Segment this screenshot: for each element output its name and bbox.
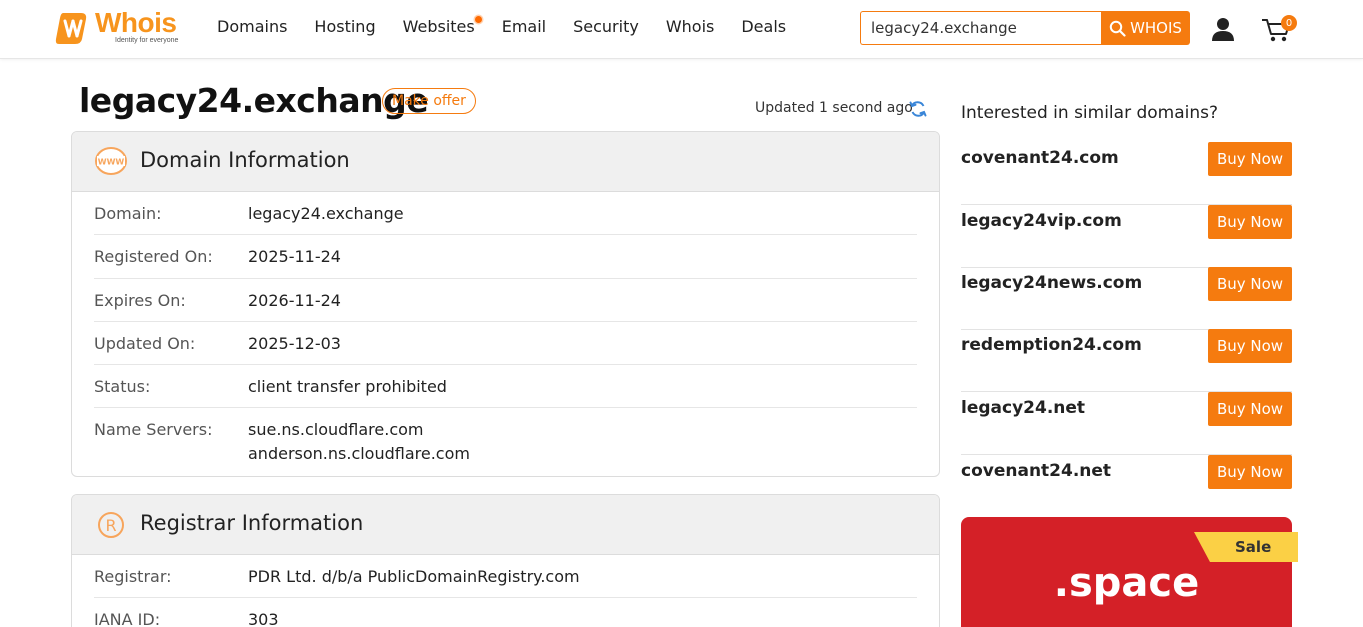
registered-mark-icon: R: [98, 512, 124, 538]
row-label: Registered On:: [94, 247, 213, 267]
card-header: WWW Domain Information: [72, 132, 939, 192]
nav-websites-label: Websites: [402, 17, 475, 36]
row-value: 2025-12-03: [248, 333, 341, 353]
row-value: client transfer prohibited: [248, 377, 447, 397]
registrar-information-card: R Registrar Information Registrar: PDR L…: [71, 494, 940, 627]
suggestion-item: legacy24vip.com Buy Now: [961, 205, 1292, 268]
www-globe-icon: WWW: [95, 147, 127, 175]
info-row-name-servers: Name Servers: sue.ns.cloudflare.com ande…: [94, 408, 917, 475]
name-server-1: sue.ns.cloudflare.com: [248, 420, 424, 440]
suggested-domain-name: legacy24.net: [961, 398, 1086, 418]
search-input[interactable]: [860, 11, 1101, 45]
nav-hosting[interactable]: Hosting: [314, 17, 375, 36]
svg-text:R: R: [105, 516, 116, 535]
space-sale-banner[interactable]: .space: [961, 517, 1298, 627]
new-indicator-dot: [474, 16, 482, 23]
card-title: Registrar Information: [140, 511, 364, 535]
site-header: Whois Identity for everyone Domains Host…: [0, 0, 1363, 59]
refresh-icon[interactable]: [908, 99, 928, 119]
logo-icon: [55, 13, 87, 44]
logo-tagline: Identity for everyone: [115, 37, 179, 44]
search-icon: [1109, 20, 1126, 37]
domain-information-card: WWW Domain Information Domain: legacy24.…: [71, 131, 940, 477]
suggestion-item: covenant24.net Buy Now: [961, 455, 1292, 518]
nav-websites[interactable]: Websites: [402, 16, 482, 36]
nav-domains[interactable]: Domains: [217, 17, 287, 36]
row-value: 2026-11-24: [248, 290, 341, 310]
nav-whois[interactable]: Whois: [666, 17, 715, 36]
nav-security[interactable]: Security: [573, 17, 639, 36]
suggestion-item: covenant24.com Buy Now: [961, 142, 1292, 205]
promo-tld: .space: [1053, 560, 1200, 606]
info-row-domain: Domain: legacy24.exchange: [94, 192, 917, 236]
make-offer-button[interactable]: Make offer: [382, 88, 476, 114]
name-server-2: anderson.ns.cloudflare.com: [248, 444, 470, 464]
info-row-iana: IANA ID: 303: [94, 598, 917, 627]
suggestion-item: redemption24.com Buy Now: [961, 329, 1292, 392]
row-label: IANA ID:: [94, 610, 161, 627]
nav-deals[interactable]: Deals: [741, 17, 786, 36]
buy-now-button[interactable]: Buy Now: [1208, 392, 1292, 426]
svg-text:WWW: WWW: [98, 158, 125, 167]
page-title: legacy24.exchange: [79, 81, 429, 120]
similar-domains-title: Interested in similar domains?: [961, 103, 1219, 123]
whois-search-button[interactable]: WHOIS: [1101, 11, 1190, 45]
info-row-registrar: Registrar: PDR Ltd. d/b/a PublicDomainRe…: [94, 555, 917, 599]
updated-timestamp: Updated 1 second ago: [755, 100, 913, 116]
row-value: 2025-11-24: [248, 247, 341, 267]
search-button-label: WHOIS: [1130, 19, 1182, 37]
row-label: Expires On:: [94, 290, 186, 310]
info-row-registered: Registered On: 2025-11-24: [94, 235, 917, 279]
info-row-expires: Expires On: 2026-11-24: [94, 279, 917, 322]
card-title: Domain Information: [140, 148, 350, 172]
card-header: R Registrar Information: [72, 495, 939, 555]
row-label: Name Servers:: [94, 420, 213, 440]
row-value: 303: [248, 610, 279, 627]
suggested-domain-name: legacy24vip.com: [961, 211, 1122, 231]
row-value: legacy24.exchange: [248, 204, 404, 223]
logo-wordmark: Whois: [95, 7, 177, 38]
suggested-domain-name: covenant24.net: [961, 461, 1112, 481]
user-account-icon[interactable]: [1210, 16, 1236, 42]
row-label: Domain:: [94, 204, 162, 223]
main-nav: Domains Hosting Websites Email Security …: [217, 16, 813, 36]
row-label: Registrar:: [94, 567, 172, 586]
cart-count-badge: 0: [1281, 15, 1297, 31]
buy-now-button[interactable]: Buy Now: [1208, 267, 1292, 301]
row-label: Status:: [94, 377, 151, 397]
suggestion-item: legacy24news.com Buy Now: [961, 267, 1292, 330]
row-value: PDR Ltd. d/b/a PublicDomainRegistry.com: [248, 567, 580, 586]
suggested-domain-name: redemption24.com: [961, 335, 1142, 355]
suggestion-item: legacy24.net Buy Now: [961, 392, 1292, 455]
suggested-domain-name: legacy24news.com: [961, 273, 1143, 293]
whois-logo[interactable]: Whois Identity for everyone: [53, 7, 193, 49]
buy-now-button[interactable]: Buy Now: [1208, 205, 1292, 239]
whois-search: WHOIS: [860, 11, 1190, 45]
suggested-domain-name: covenant24.com: [961, 148, 1119, 168]
nav-email[interactable]: Email: [502, 17, 546, 36]
buy-now-button[interactable]: Buy Now: [1208, 329, 1292, 363]
buy-now-button[interactable]: Buy Now: [1208, 455, 1292, 489]
buy-now-button[interactable]: Buy Now: [1208, 142, 1292, 176]
info-row-updated: Updated On: 2025-12-03: [94, 322, 917, 366]
info-row-status: Status: client transfer prohibited: [94, 365, 917, 409]
sale-tag-label: Sale: [1235, 538, 1272, 556]
row-label: Updated On:: [94, 333, 196, 353]
